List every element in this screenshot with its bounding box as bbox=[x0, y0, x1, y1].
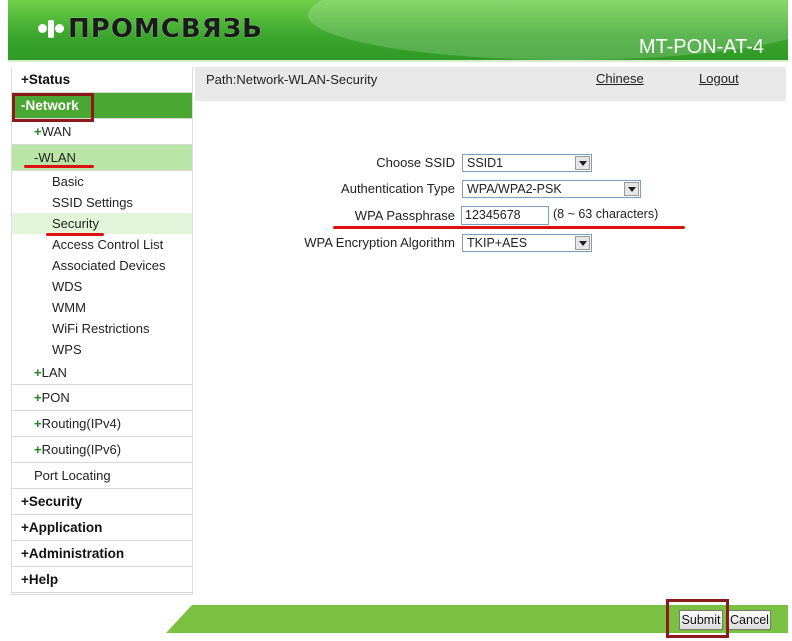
sidebar-item-wmm[interactable]: WMM bbox=[12, 297, 192, 318]
sidebar-nav: +Status -Network +WAN -WLAN Basic SSID Se… bbox=[11, 67, 193, 595]
sidebar-item-routing-ipv6[interactable]: +Routing(IPv6) bbox=[12, 437, 192, 463]
sidebar-item-status[interactable]: +Status bbox=[12, 67, 192, 93]
passphrase-label: WPA Passphrase bbox=[354, 208, 455, 223]
main-content: Path:Network-WLAN-Security Chinese Logou… bbox=[195, 67, 786, 595]
sidebar-item-application[interactable]: +Application bbox=[12, 515, 192, 541]
chinese-link[interactable]: Chinese bbox=[596, 71, 644, 86]
breadcrumb: Path:Network-WLAN-Security bbox=[206, 72, 378, 87]
header-banner: ПРОМСВЯЗЬ MT-PON-AT-4 bbox=[8, 0, 788, 62]
sidebar-item-administration[interactable]: +Administration bbox=[12, 541, 192, 567]
choose-ssid-label: Choose SSID bbox=[376, 155, 455, 170]
sidebar-item-wifi-restrictions[interactable]: WiFi Restrictions bbox=[12, 318, 192, 339]
sidebar-item-ssid-settings[interactable]: SSID Settings bbox=[12, 192, 192, 213]
sidebar-item-basic[interactable]: Basic bbox=[12, 171, 192, 192]
sidebar-item-wan[interactable]: +WAN bbox=[12, 119, 192, 145]
sidebar-item-access-control-list[interactable]: Access Control List bbox=[12, 234, 192, 255]
logo-text: ПРОМСВЯЗЬ bbox=[68, 14, 263, 44]
sidebar-item-port-locating[interactable]: Port Locating bbox=[12, 463, 192, 489]
choose-ssid-value: SSID1 bbox=[467, 156, 504, 170]
sidebar-item-help[interactable]: +Help bbox=[12, 567, 192, 593]
sidebar-item-pon[interactable]: +PON bbox=[12, 385, 192, 411]
choose-ssid-select[interactable]: SSID1 bbox=[462, 154, 592, 172]
cancel-button[interactable]: Cancel bbox=[728, 610, 771, 630]
encryption-label: WPA Encryption Algorithm bbox=[304, 235, 455, 250]
sidebar-item-routing-ipv4[interactable]: +Routing(IPv4) bbox=[12, 411, 192, 437]
logo-icon bbox=[38, 16, 64, 42]
auth-type-value: WPA/WPA2-PSK bbox=[467, 182, 562, 196]
passphrase-hint: (8 ~ 63 characters) bbox=[553, 207, 659, 221]
auth-type-select[interactable]: WPA/WPA2-PSK bbox=[462, 180, 641, 198]
chevron-down-icon bbox=[575, 156, 590, 170]
encryption-select[interactable]: TKIP+AES bbox=[462, 234, 592, 252]
chevron-down-icon bbox=[624, 182, 639, 196]
sidebar-item-lan[interactable]: +LAN bbox=[12, 360, 192, 385]
sidebar-item-wds[interactable]: WDS bbox=[12, 276, 192, 297]
sidebar-item-security[interactable]: Security bbox=[12, 213, 192, 234]
sidebar-item-wlan[interactable]: -WLAN bbox=[12, 145, 192, 171]
sidebar-item-associated-devices[interactable]: Associated Devices bbox=[12, 255, 192, 276]
brand-logo: ПРОМСВЯЗЬ bbox=[38, 14, 263, 44]
passphrase-input[interactable]: 12345678 bbox=[461, 206, 549, 225]
submit-button[interactable]: Submit bbox=[679, 610, 723, 630]
sidebar-item-wps[interactable]: WPS bbox=[12, 339, 192, 360]
logout-link[interactable]: Logout bbox=[699, 71, 739, 86]
device-model: MT-PON-AT-4 bbox=[638, 36, 764, 58]
sidebar-item-network[interactable]: -Network bbox=[12, 93, 192, 119]
encryption-value: TKIP+AES bbox=[467, 236, 528, 250]
sidebar-item-security[interactable]: +Security bbox=[12, 489, 192, 515]
path-bar: Path:Network-WLAN-Security Chinese Logou… bbox=[195, 67, 786, 101]
wlan-submenu: Basic SSID Settings Security Access Control… bbox=[12, 171, 192, 360]
chevron-down-icon bbox=[575, 236, 590, 250]
auth-type-label: Authentication Type bbox=[341, 181, 455, 196]
